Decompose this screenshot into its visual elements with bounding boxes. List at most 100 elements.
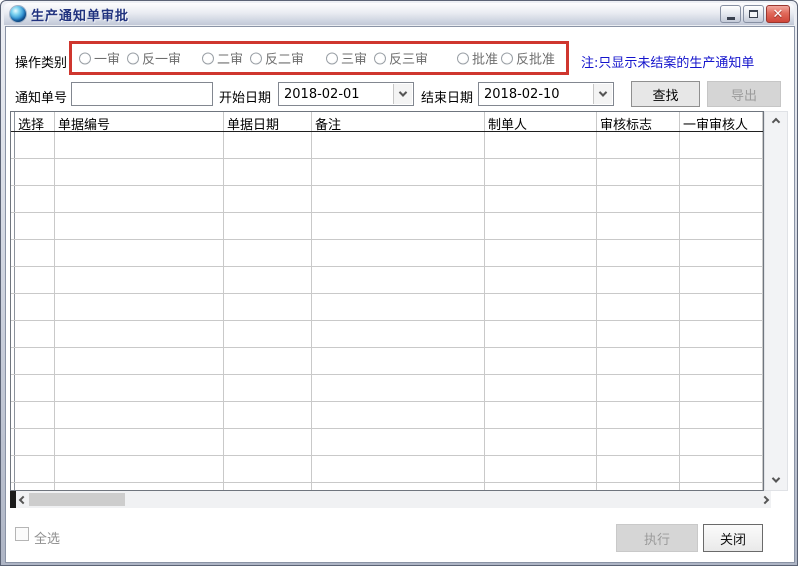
- select-all-checkbox[interactable]: [15, 527, 29, 541]
- radio-option-1[interactable]: 一审: [79, 49, 120, 68]
- table-cell: [680, 213, 763, 239]
- radio-option-4[interactable]: 反二审: [250, 49, 304, 68]
- table-cell: [485, 132, 597, 158]
- export-button[interactable]: 导出: [707, 81, 781, 107]
- scroll-right-button[interactable]: [758, 491, 771, 508]
- table-row[interactable]: [11, 186, 763, 213]
- column-header[interactable]: 单据编号: [55, 112, 224, 131]
- table-row[interactable]: [11, 321, 763, 348]
- execute-button[interactable]: 执行: [616, 524, 698, 552]
- scroll-up-button[interactable]: [765, 114, 787, 130]
- radio-label: 反二审: [265, 49, 304, 68]
- scroll-down-button[interactable]: [765, 472, 787, 488]
- table-cell: [15, 402, 55, 428]
- minimize-button[interactable]: [720, 5, 741, 23]
- table-cell: [224, 186, 312, 212]
- table-cell: [597, 429, 680, 455]
- table-cell: [15, 375, 55, 401]
- table-cell: [224, 267, 312, 293]
- table-cell: [485, 375, 597, 401]
- table-cell: [597, 456, 680, 482]
- column-header[interactable]: 选择: [15, 112, 55, 131]
- table-cell: [597, 375, 680, 401]
- table-cell: [224, 348, 312, 374]
- end-date-combobox[interactable]: 2018-02-10: [478, 82, 614, 106]
- table-cell: [15, 294, 55, 320]
- table-cell: [485, 159, 597, 185]
- table-row[interactable]: [11, 375, 763, 402]
- scroll-left-button[interactable]: [16, 491, 29, 508]
- table-cell: [312, 240, 485, 266]
- radio-label: 三审: [341, 49, 367, 68]
- table-row[interactable]: [11, 348, 763, 375]
- table-body: [11, 132, 763, 491]
- table-cell: [55, 267, 224, 293]
- table-row[interactable]: [11, 456, 763, 483]
- radio-option-2[interactable]: 反一审: [127, 49, 181, 68]
- maximize-button[interactable]: [743, 5, 764, 23]
- table-header-row: 选择单据编号单据日期备注制单人审核标志一审审核人: [11, 112, 763, 132]
- select-all-label: 全选: [34, 528, 60, 547]
- table-row[interactable]: [11, 213, 763, 240]
- column-header[interactable]: 备注: [312, 112, 485, 131]
- table-cell: [55, 348, 224, 374]
- notice-number-input[interactable]: [71, 82, 213, 106]
- table-cell: [55, 402, 224, 428]
- table-cell: [55, 159, 224, 185]
- table-row[interactable]: [11, 402, 763, 429]
- column-header[interactable]: 一审审核人: [680, 112, 763, 131]
- table-cell: [224, 321, 312, 347]
- radio-option-3[interactable]: 二审: [202, 49, 243, 68]
- table-cell: [312, 321, 485, 347]
- table-row[interactable]: [11, 132, 763, 159]
- column-header[interactable]: 制单人: [485, 112, 597, 131]
- table-cell: [680, 429, 763, 455]
- close-window-button[interactable]: 关闭: [703, 524, 763, 552]
- table-cell: [680, 159, 763, 185]
- start-date-dropdown-button[interactable]: [393, 84, 412, 104]
- table-cell: [55, 213, 224, 239]
- table-row[interactable]: [11, 429, 763, 456]
- horizontal-scrollbar[interactable]: [10, 491, 771, 508]
- table-row[interactable]: [11, 159, 763, 186]
- radio-option-8[interactable]: 反批准: [501, 49, 555, 68]
- radio-option-5[interactable]: 三审: [326, 49, 367, 68]
- search-button[interactable]: 查找: [631, 81, 700, 107]
- table-row[interactable]: [11, 267, 763, 294]
- table-cell: [485, 186, 597, 212]
- table-cell: [312, 483, 485, 491]
- table-cell: [55, 429, 224, 455]
- chevron-down-icon: [772, 474, 780, 482]
- table-cell: [597, 186, 680, 212]
- radio-circle-icon: [79, 52, 91, 64]
- title-bar[interactable]: 生产通知单审批 ✕: [4, 3, 794, 25]
- start-date-combobox[interactable]: 2018-02-01: [278, 82, 414, 106]
- documents-table: 选择单据编号单据日期备注制单人审核标志一审审核人: [10, 111, 764, 491]
- table-cell: [312, 159, 485, 185]
- table-cell: [680, 321, 763, 347]
- table-row[interactable]: [11, 240, 763, 267]
- start-date-value: 2018-02-01: [284, 87, 360, 102]
- table-cell: [312, 267, 485, 293]
- horizontal-scrollbar-thumb[interactable]: [29, 493, 125, 506]
- table-cell: [680, 186, 763, 212]
- table-cell: [597, 348, 680, 374]
- vertical-scrollbar[interactable]: [764, 111, 788, 491]
- column-header[interactable]: 审核标志: [597, 112, 680, 131]
- table-cell: [680, 348, 763, 374]
- notice-number-label: 通知单号: [15, 87, 67, 106]
- radio-option-6[interactable]: 反三审: [374, 49, 428, 68]
- table-row[interactable]: [11, 483, 763, 491]
- table-cell: [55, 456, 224, 482]
- table-row[interactable]: [11, 294, 763, 321]
- end-date-dropdown-button[interactable]: [593, 84, 612, 104]
- column-header[interactable]: 单据日期: [224, 112, 312, 131]
- close-button[interactable]: ✕: [766, 5, 790, 23]
- app-globe-icon: [10, 6, 26, 22]
- radio-option-7[interactable]: 批准: [457, 49, 498, 68]
- table-cell: [597, 213, 680, 239]
- table-cell: [15, 240, 55, 266]
- radio-circle-icon: [457, 52, 469, 64]
- note-text: 注:只显示未结案的生产通知单: [581, 52, 754, 71]
- table-cell: [15, 483, 55, 491]
